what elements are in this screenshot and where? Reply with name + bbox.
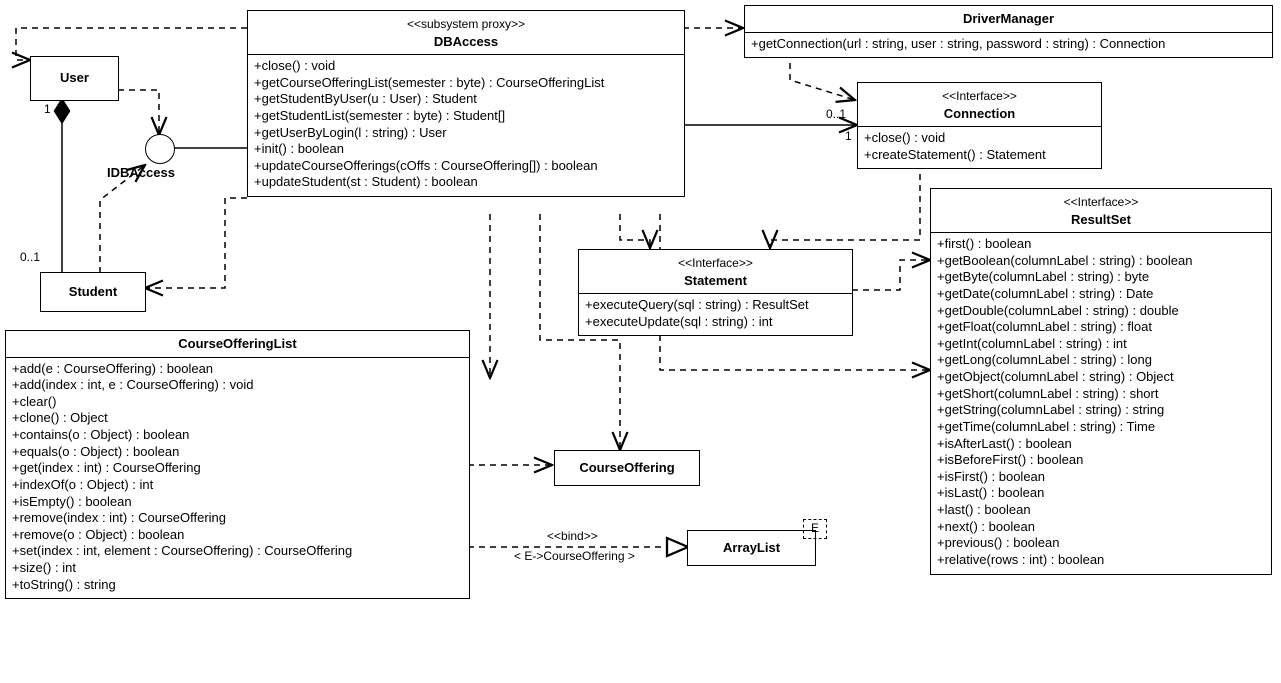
operation: +getFloat(columnLabel : string) : float: [937, 319, 1265, 336]
operation: +set(index : int, element : CourseOfferi…: [12, 543, 463, 560]
operation: +isLast() : boolean: [937, 485, 1265, 502]
uml-diagram: User Student IDBAccess <<subsystem proxy…: [0, 0, 1281, 683]
class-courseoffering-title: CourseOffering: [555, 451, 699, 485]
operation: +getStudentByUser(u : User) : Student: [254, 91, 678, 108]
class-resultset-title: <<Interface>> ResultSet: [931, 189, 1271, 233]
bind-param: < E->CourseOffering >: [512, 549, 637, 563]
operation: +relative(rows : int) : boolean: [937, 552, 1265, 569]
mult-conn-01: 0..1: [826, 107, 846, 121]
operation: +getDate(columnLabel : string) : Date: [937, 286, 1265, 303]
operation: +isAfterLast() : boolean: [937, 436, 1265, 453]
class-statement-title: <<Interface>> Statement: [579, 250, 852, 294]
operation: +indexOf(o : Object) : int: [12, 477, 463, 494]
class-courseoffering: CourseOffering: [554, 450, 700, 486]
operation: +getLong(columnLabel : string) : long: [937, 352, 1265, 369]
operation: +toString() : string: [12, 577, 463, 594]
operation: +close() : void: [254, 58, 678, 75]
operation: +init() : boolean: [254, 141, 678, 158]
class-courseofferinglist-title: CourseOfferingList: [6, 331, 469, 358]
mult-student-01: 0..1: [20, 250, 40, 264]
operation: +getInt(columnLabel : string) : int: [937, 336, 1265, 353]
bind-stereotype: <<bind>>: [545, 529, 600, 543]
class-arraylist-title: ArrayList: [688, 531, 815, 565]
arraylist-param: E: [803, 519, 827, 539]
operation: +previous() : boolean: [937, 535, 1265, 552]
class-connection-title: <<Interface>> Connection: [858, 83, 1101, 127]
class-resultset: <<Interface>> ResultSet +first() : boole…: [930, 188, 1272, 575]
class-student: Student: [40, 272, 146, 312]
operation: +isBeforeFirst() : boolean: [937, 452, 1265, 469]
operation: +getBoolean(columnLabel : string) : bool…: [937, 253, 1265, 270]
operation: +getTime(columnLabel : string) : Time: [937, 419, 1265, 436]
class-courseofferinglist: CourseOfferingList +add(e : CourseOfferi…: [5, 330, 470, 599]
class-drivermanager-title: DriverManager: [745, 6, 1272, 33]
class-connection-ops: +close() : void+createStatement() : Stat…: [858, 127, 1101, 168]
operation: +updateStudent(st : Student) : boolean: [254, 174, 678, 191]
operation: +clear(): [12, 394, 463, 411]
operation: +getObject(columnLabel : string) : Objec…: [937, 369, 1265, 386]
operation: +add(e : CourseOffering) : boolean: [12, 361, 463, 378]
class-connection: <<Interface>> Connection +close() : void…: [857, 82, 1102, 169]
class-drivermanager: DriverManager +getConnection(url : strin…: [744, 5, 1273, 58]
mult-conn-1: 1: [845, 129, 852, 143]
operation: +remove(index : int) : CourseOffering: [12, 510, 463, 527]
operation: +get(index : int) : CourseOffering: [12, 460, 463, 477]
operation: +last() : boolean: [937, 502, 1265, 519]
operation: +first() : boolean: [937, 236, 1265, 253]
operation: +getConnection(url : string, user : stri…: [751, 36, 1266, 53]
operation: +executeUpdate(sql : string) : int: [585, 314, 846, 331]
operation: +executeQuery(sql : string) : ResultSet: [585, 297, 846, 314]
operation: +isFirst() : boolean: [937, 469, 1265, 486]
operation: +isEmpty() : boolean: [12, 494, 463, 511]
class-statement: <<Interface>> Statement +executeQuery(sq…: [578, 249, 853, 336]
operation: +getStudentList(semester : byte) : Stude…: [254, 108, 678, 125]
class-user-title: User: [31, 57, 118, 99]
class-dbaccess: <<subsystem proxy>> DBAccess +close() : …: [247, 10, 685, 197]
class-courseofferinglist-ops: +add(e : CourseOffering) : boolean+add(i…: [6, 358, 469, 599]
class-student-title: Student: [41, 273, 145, 311]
operation: +getUserByLogin(l : string) : User: [254, 125, 678, 142]
class-resultset-ops: +first() : boolean+getBoolean(columnLabe…: [931, 233, 1271, 574]
operation: +getString(columnLabel : string) : strin…: [937, 402, 1265, 419]
operation: +createStatement() : Statement: [864, 147, 1095, 164]
operation: +clone() : Object: [12, 410, 463, 427]
operation: +getDouble(columnLabel : string) : doubl…: [937, 303, 1265, 320]
operation: +remove(o : Object) : boolean: [12, 527, 463, 544]
operation: +updateCourseOfferings(cOffs : CourseOff…: [254, 158, 678, 175]
interface-idbaccess-circle: [145, 134, 175, 164]
interface-idbaccess-label: IDBAccess: [107, 165, 175, 180]
class-dbaccess-ops: +close() : void+getCourseOfferingList(se…: [248, 55, 684, 196]
mult-user-1: 1: [44, 102, 51, 116]
operation: +add(index : int, e : CourseOffering) : …: [12, 377, 463, 394]
operation: +contains(o : Object) : boolean: [12, 427, 463, 444]
operation: +next() : boolean: [937, 519, 1265, 536]
class-arraylist: ArrayList: [687, 530, 816, 566]
operation: +getByte(columnLabel : string) : byte: [937, 269, 1265, 286]
class-drivermanager-ops: +getConnection(url : string, user : stri…: [745, 33, 1272, 58]
operation: +getShort(columnLabel : string) : short: [937, 386, 1265, 403]
class-user: User: [30, 56, 119, 101]
operation: +getCourseOfferingList(semester : byte) …: [254, 75, 678, 92]
class-statement-ops: +executeQuery(sql : string) : ResultSet+…: [579, 294, 852, 335]
class-dbaccess-title: <<subsystem proxy>> DBAccess: [248, 11, 684, 55]
operation: +equals(o : Object) : boolean: [12, 444, 463, 461]
operation: +close() : void: [864, 130, 1095, 147]
operation: +size() : int: [12, 560, 463, 577]
